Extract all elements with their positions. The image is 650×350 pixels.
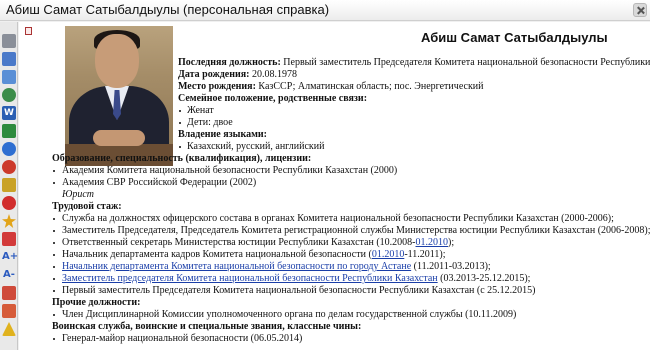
date-link[interactable]: 01.2010: [372, 249, 405, 260]
career-item: Начальник департамента кадров Комитета н…: [62, 249, 446, 260]
other-positions-label: Прочие должности:: [52, 297, 141, 308]
education-label: Образование, специальность (квалификация…: [52, 153, 312, 164]
word-icon[interactable]: W: [2, 106, 16, 120]
languages-label: Владение языками:: [178, 129, 267, 140]
education-item: Академия СВР Российской Федерации (2002): [62, 177, 257, 188]
globe-icon[interactable]: [2, 88, 16, 102]
stop-icon[interactable]: [2, 196, 16, 210]
specialty: Юрист: [62, 189, 94, 200]
bullet: [53, 338, 55, 340]
bullet: [53, 182, 55, 184]
document-content: Абиш Самат Сатыбалдыулы Последняя должно…: [19, 22, 650, 350]
bullet: [179, 122, 181, 124]
family-item: Женат: [187, 105, 214, 116]
career-item: Заместитель председателя Комитета национ…: [62, 273, 531, 284]
star-icon[interactable]: [2, 214, 16, 228]
last-position-label: Последняя должность:: [178, 57, 281, 68]
career-item: Ответственный секретарь Министерства юст…: [62, 237, 455, 248]
birth-date-label: Дата рождения:: [178, 69, 250, 80]
close-icon[interactable]: [633, 3, 647, 17]
birth-place-value: КазССР; Алматинская область; пос. Энерге…: [258, 81, 484, 92]
other-position-item: Член Дисциплинарной Комиссии уполномочен…: [62, 309, 517, 320]
help-icon[interactable]: [2, 160, 16, 174]
birth-date-row: Дата рождения: 20.08.1978: [178, 69, 297, 81]
birth-place-label: Место рождения:: [178, 81, 256, 92]
window-title-bar: Абиш Самат Сатыбалдыулы (персональная сп…: [0, 0, 650, 21]
portrait-photo: [65, 26, 173, 166]
bullet: [53, 278, 55, 280]
font-decrease-icon[interactable]: A-: [2, 268, 16, 282]
position-link[interactable]: Заместитель председателя Комитета национ…: [62, 273, 438, 284]
book-icon[interactable]: [2, 178, 16, 192]
birth-place-row: Место рождения: КазССР; Алматинская обла…: [178, 81, 484, 93]
career-item: Служба на должностях офицерского состава…: [62, 213, 614, 224]
career-item: Первый заместитель Председателя Комитета…: [62, 285, 536, 296]
family-label: Семейное положение, родственные связи:: [178, 93, 368, 104]
bullet: [53, 242, 55, 244]
font-increase-icon[interactable]: A+: [2, 250, 18, 264]
excel-icon[interactable]: [2, 124, 16, 138]
position-link[interactable]: Начальник департамента Комитета национал…: [62, 261, 411, 272]
arrow-icon[interactable]: [2, 286, 16, 300]
flag-icon[interactable]: [2, 304, 16, 318]
info-icon[interactable]: [2, 142, 16, 156]
career-item: Начальник департамента Комитета национал…: [62, 261, 491, 272]
date-link[interactable]: 01.2010: [416, 237, 449, 248]
bullet: [53, 266, 55, 268]
military-label: Воинская служба, воинские и специальные …: [52, 321, 362, 332]
bullet: [179, 110, 181, 112]
left-toolbar: W A+ A-: [0, 22, 18, 350]
family-item: Дети: двое: [187, 117, 233, 128]
document-icon: [25, 27, 32, 35]
bookmark-icon[interactable]: [2, 232, 16, 246]
career-item: Заместитель Председателя, Председатель К…: [62, 225, 650, 236]
person-name: Абиш Самат Сатыбалдыулы: [421, 30, 608, 45]
bullet: [53, 254, 55, 256]
career-label: Трудовой стаж:: [52, 201, 122, 212]
window-title: Абиш Самат Сатыбалдыулы (персональная сп…: [6, 2, 330, 17]
bullet: [53, 290, 55, 292]
print-icon[interactable]: [2, 70, 16, 84]
military-item: Генерал-майор национальной безопасности …: [62, 333, 303, 344]
copy-icon[interactable]: [2, 52, 16, 66]
pages-icon[interactable]: [2, 34, 16, 48]
bullet: [53, 314, 55, 316]
birth-date-value: 20.08.1978: [251, 69, 297, 80]
last-position-row: Последняя должность: Первый заместитель …: [178, 57, 650, 69]
bullet: [53, 170, 55, 172]
languages-item: Казахский, русский, английский: [187, 141, 325, 152]
last-position-value: Первый заместитель Председателя Комитета…: [283, 57, 650, 68]
warning-icon[interactable]: [2, 322, 16, 336]
education-item: Академия Комитета национальной безопасно…: [62, 165, 398, 176]
bullet: [53, 230, 55, 232]
bullet: [179, 146, 181, 148]
bullet: [53, 218, 55, 220]
